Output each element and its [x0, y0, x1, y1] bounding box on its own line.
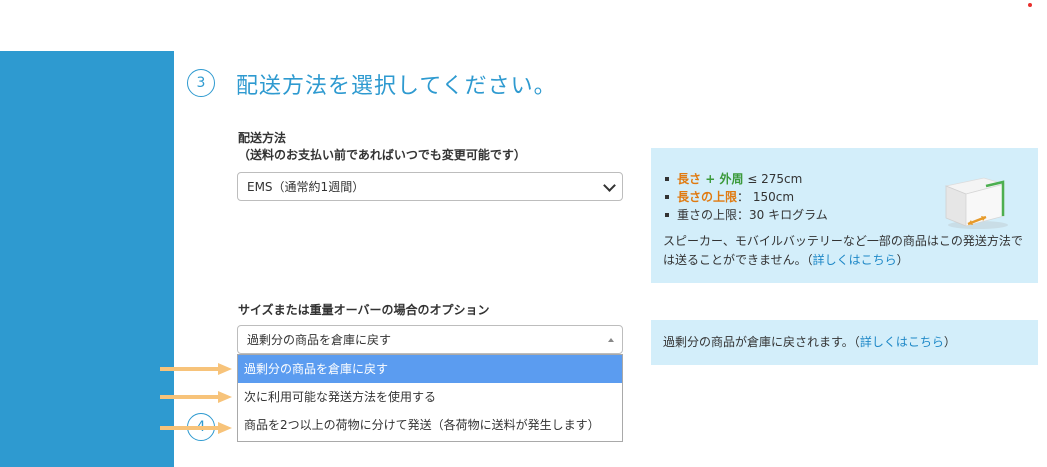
shipping-method-label: 配送方法 （送料のお支払い前であればいつでも変更可能です） [238, 130, 526, 164]
package-box-icon [944, 177, 1008, 229]
triangle-up-icon [608, 338, 614, 342]
max-weight-text: 重さの上限：30 キログラム [677, 208, 828, 222]
dropdown-option-split-packages[interactable]: 商品を2つ以上の荷物に分けて発送（各荷物に送料が発生します） [238, 411, 622, 439]
step-3-number: 3 [187, 69, 215, 97]
length-label: 長さ [677, 172, 702, 186]
length-girth-value: ≤ 275cm [743, 172, 803, 186]
shipping-restriction-note: スピーカー、モバイルバッテリーなど一部の商品はこの発送方法では送ることができませ… [663, 232, 1026, 270]
shipping-method-select[interactable]: EMS（通常約1週間） [237, 172, 623, 201]
dropdown-option-return-to-warehouse[interactable]: 過剰分の商品を倉庫に戻す [238, 355, 622, 383]
step-3-title: 配送方法を選択してください。 [236, 74, 557, 99]
left-sidebar [0, 51, 174, 467]
shipping-method-label-line1: 配送方法 [238, 131, 287, 145]
dropdown-option-next-method[interactable]: 次に利用可能な発送方法を使用する [238, 383, 622, 411]
overweight-info-box: 過剰分の商品が倉庫に戻されます。（詳しくはこちら） [651, 320, 1038, 365]
arrow-right-icon [160, 422, 232, 434]
bullet-icon [665, 195, 669, 199]
bullet-icon [665, 177, 669, 181]
details-link[interactable]: 詳しくはこちら [813, 253, 897, 267]
overweight-details-link[interactable]: 詳しくはこちら [860, 335, 944, 349]
notification-dot [1028, 3, 1032, 7]
arrow-right-icon [160, 363, 232, 375]
overweight-option-value: 過剰分の商品を倉庫に戻す [247, 333, 392, 347]
chevron-down-icon [603, 179, 616, 192]
plus-sign: + [701, 172, 720, 186]
overweight-info-text-end: ） [943, 335, 956, 349]
max-length-label: 長さの上限 [677, 190, 738, 204]
arrow-right-icon [160, 391, 232, 403]
overweight-option-label: サイズまたは重量オーバーの場合のオプション [238, 303, 490, 317]
overweight-option-select[interactable]: 過剰分の商品を倉庫に戻す [237, 325, 623, 354]
restriction-text-end: ） [896, 253, 909, 267]
overweight-info-text: 過剰分の商品が倉庫に戻されます。（ [663, 335, 860, 349]
shipping-method-label-line2: （送料のお支払い前であればいつでも変更可能です） [238, 148, 526, 162]
girth-label: 外周 [719, 172, 744, 186]
bullet-icon [665, 213, 669, 217]
overweight-option-dropdown: 過剰分の商品を倉庫に戻す 次に利用可能な発送方法を使用する 商品を2つ以上の荷物… [237, 354, 623, 442]
max-length-value: ： 150cm [737, 190, 795, 204]
shipping-method-value: EMS（通常約1週間） [247, 180, 365, 194]
